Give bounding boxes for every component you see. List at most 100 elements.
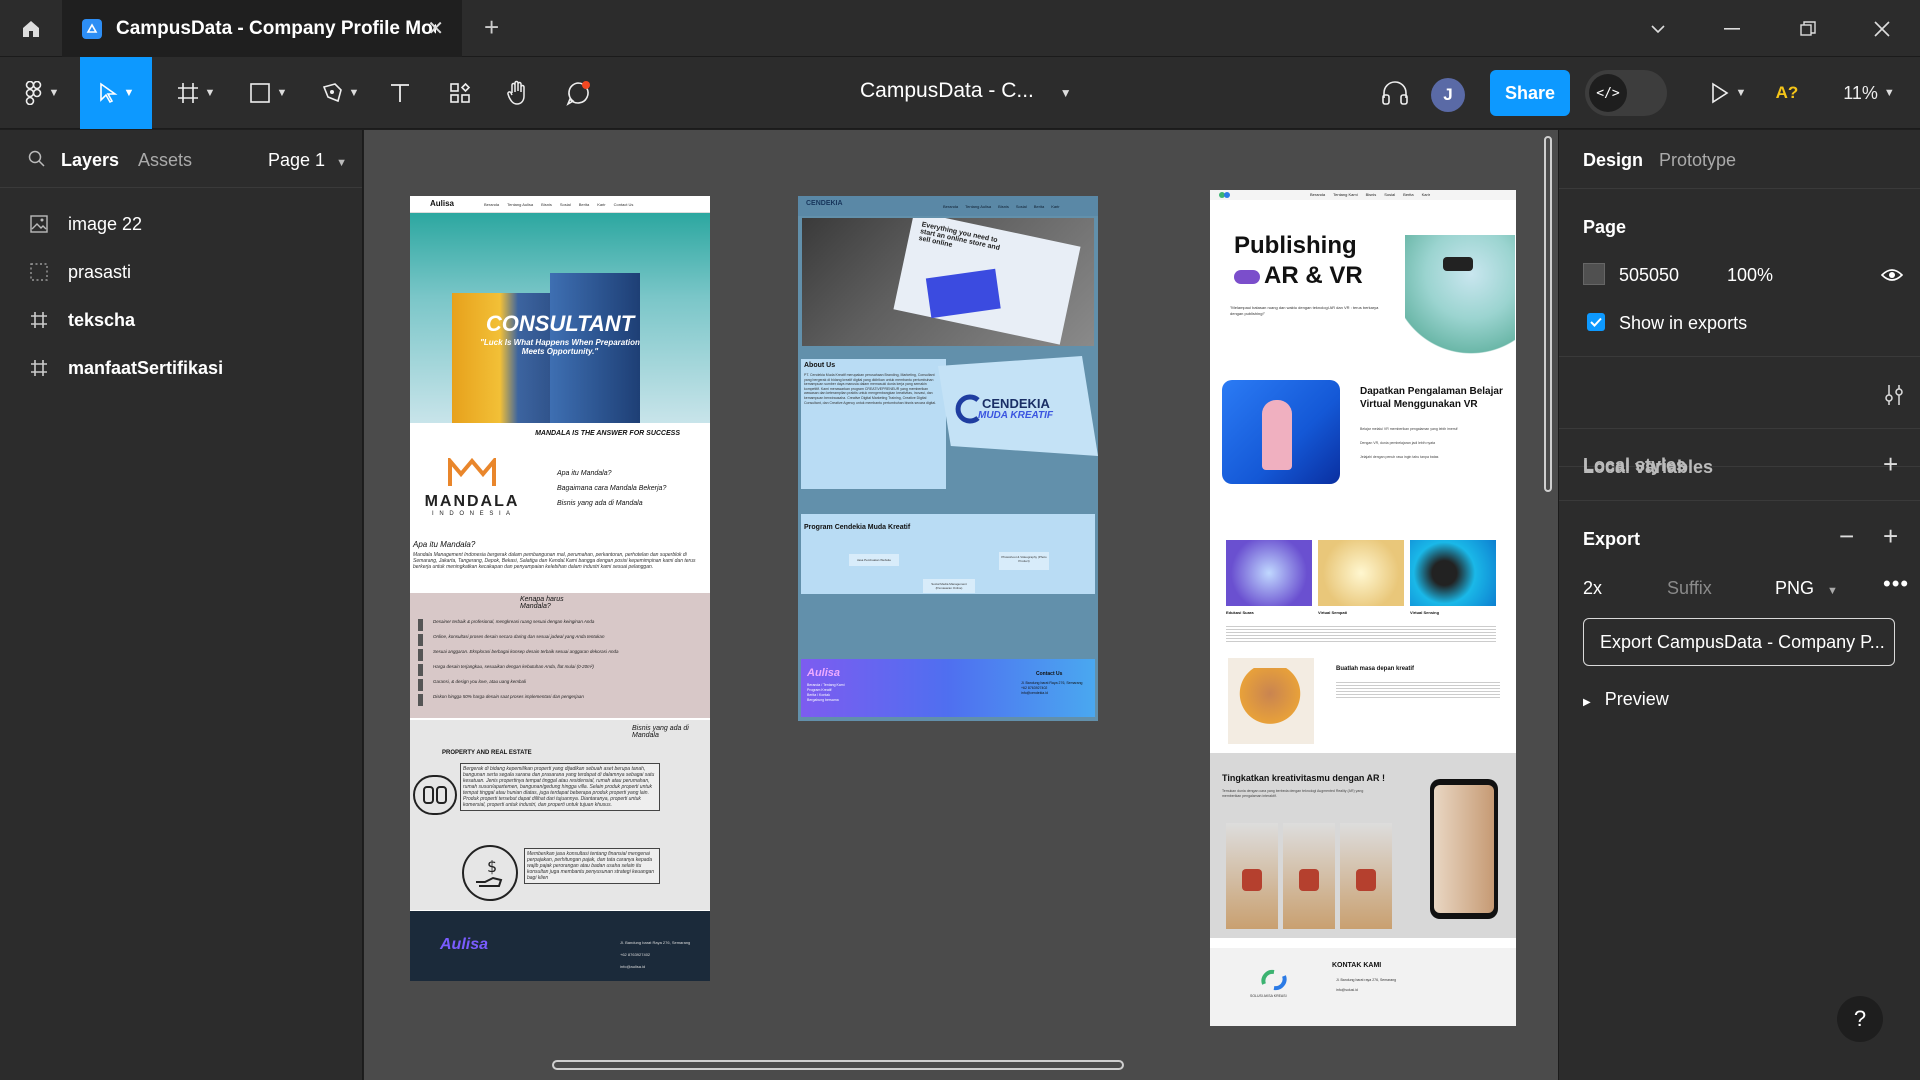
tab-design[interactable]: Design bbox=[1583, 150, 1643, 171]
about-title: Apa itu Mandala? bbox=[413, 540, 476, 549]
nav-link: Karir bbox=[1051, 204, 1060, 209]
share-button[interactable]: Share bbox=[1490, 70, 1570, 116]
help-button[interactable]: ? bbox=[1837, 996, 1883, 1042]
why-section: Kenapa harus Mandala? Desainer terbaik &… bbox=[410, 593, 710, 718]
document-title-text: CampusData - C... bbox=[860, 79, 1034, 102]
mandala-logo: MANDALA I N D O N E S I A bbox=[422, 455, 522, 517]
left-panel-header: Layers Assets Page 1 ▼ bbox=[0, 130, 362, 188]
tab-assets[interactable]: Assets bbox=[138, 150, 192, 171]
hero-caption: Everything you need to start an online s… bbox=[918, 221, 1001, 252]
about-box: About Us PT. Cendekia Muda Kreatif merup… bbox=[801, 359, 946, 489]
text-tool-button[interactable] bbox=[380, 57, 420, 129]
consult-text: Memberikan jasa konsultasi tentang finan… bbox=[524, 848, 660, 884]
more-options-icon[interactable]: ••• bbox=[1883, 571, 1909, 597]
minimize-button[interactable] bbox=[1694, 0, 1770, 57]
show-in-exports-checkbox[interactable] bbox=[1587, 313, 1605, 331]
hand-tool-button[interactable] bbox=[498, 57, 538, 129]
layer-item[interactable]: image 22 bbox=[0, 200, 362, 248]
export-format-select[interactable]: PNG ▼ bbox=[1775, 578, 1838, 599]
layer-name: manfaatSertifikasi bbox=[68, 357, 224, 378]
solusi-nav-links: Beranda Tentang Kami Bisnis Sosial Berita Kar… bbox=[1310, 192, 1430, 197]
pen-tool-button[interactable]: ▼ bbox=[312, 57, 368, 129]
question-item[interactable]: Apa itu Mandala? bbox=[557, 464, 667, 484]
layer-item[interactable]: prasasti bbox=[0, 248, 362, 296]
program-item[interactable]: Jasa Pembuatan Website bbox=[849, 554, 899, 566]
program-item[interactable]: Social Media Management (Pemasaran Onlin… bbox=[923, 579, 975, 593]
dev-mode-toggle[interactable]: </> bbox=[1585, 70, 1667, 116]
hand-icon bbox=[507, 80, 525, 105]
why-item: Online, konsultasi proses desain secara … bbox=[418, 634, 703, 646]
logo-banner: CENDEKIA MUDA KREATIF bbox=[938, 356, 1098, 456]
cendekia-frame[interactable]: CENDEKIA Beranda Tentang Aulisa Bisnis Sosi… bbox=[798, 196, 1098, 721]
tab-list-chevron-icon[interactable] bbox=[1620, 0, 1696, 57]
nav-link: Berita bbox=[1033, 204, 1045, 209]
page-color-swatch[interactable] bbox=[1583, 263, 1605, 285]
future-text-lines bbox=[1336, 680, 1500, 700]
headphones-icon bbox=[1382, 81, 1408, 105]
export-button[interactable]: Export CampusData - Company P... bbox=[1583, 618, 1895, 666]
restore-button[interactable] bbox=[1770, 0, 1846, 57]
question-item[interactable]: Bisnis yang ada di Mandala bbox=[557, 494, 667, 514]
nav-link: Berita bbox=[578, 202, 590, 207]
person-with-headset bbox=[1238, 668, 1302, 732]
avatar[interactable]: J bbox=[1431, 78, 1465, 112]
chair-image bbox=[1242, 869, 1262, 891]
nav-link: Sosial bbox=[1015, 204, 1027, 209]
solusi-frame[interactable]: Beranda Tentang Kami Bisnis Sosial Berita Kar… bbox=[1210, 190, 1516, 1026]
program-item[interactable]: Photoshoot & Videography (Photo Product) bbox=[999, 552, 1049, 570]
program-box: Program Cendekia Muda Kreatif Jasa Pembu… bbox=[801, 514, 1095, 594]
chevron-down-icon: ▼ bbox=[1827, 585, 1838, 597]
new-tab-button[interactable]: + bbox=[484, 12, 499, 43]
layer-item[interactable]: tekscha bbox=[0, 296, 362, 344]
chevron-down-icon: ▼ bbox=[1059, 86, 1072, 100]
comment-tool-button[interactable] bbox=[556, 57, 600, 129]
move-tool-button[interactable]: ▼ bbox=[80, 57, 152, 129]
export-scale[interactable]: 2x bbox=[1583, 578, 1602, 599]
why-item: Harga desain terjangkau, sesuaikan denga… bbox=[418, 664, 703, 676]
contact-email: info@solusi.id bbox=[1336, 988, 1358, 992]
svg-text:$: $ bbox=[487, 857, 497, 876]
figma-logo-icon bbox=[25, 81, 41, 105]
card-title: Edukasi Suara bbox=[1226, 610, 1254, 615]
resources-button[interactable] bbox=[440, 57, 480, 129]
toolbar: ▼ ▼ ▼ ▼ ▼ CampusData - C... ▼ J Share </… bbox=[0, 57, 1920, 129]
page-opacity[interactable]: 100% bbox=[1727, 265, 1773, 286]
close-tab-icon[interactable]: ✕ bbox=[427, 16, 444, 41]
tab-layers[interactable]: Layers bbox=[61, 150, 119, 171]
question-item[interactable]: Bagaimana cara Mandala Bekerja? bbox=[557, 484, 667, 494]
home-button[interactable] bbox=[0, 0, 62, 57]
document-tab[interactable]: CampusData - Company Profile Mockup ✕ bbox=[62, 0, 462, 57]
frame-tool-button[interactable]: ▼ bbox=[168, 57, 224, 129]
cendekia-brand: CENDEKIA bbox=[806, 200, 843, 207]
preview-toggle[interactable]: ▶ Preview bbox=[1583, 689, 1669, 710]
main-menu-button[interactable]: ▼ bbox=[12, 57, 72, 129]
figma-file-icon bbox=[82, 18, 102, 39]
export-suffix-input[interactable]: Suffix bbox=[1667, 578, 1712, 599]
page-selector[interactable]: Page 1 ▼ bbox=[268, 150, 347, 171]
tab-prototype[interactable]: Prototype bbox=[1659, 150, 1736, 171]
aulisa-frame[interactable]: Aulisa Beranda Tentang Aulisa Bisnis Sosial… bbox=[410, 196, 710, 981]
remove-export-icon[interactable]: − bbox=[1839, 521, 1854, 552]
audio-button[interactable] bbox=[1375, 57, 1415, 129]
zoom-menu[interactable]: 11% ▼ bbox=[1836, 57, 1902, 129]
design-canvas[interactable]: Aulisa Beranda Tentang Aulisa Bisnis Sosial… bbox=[364, 130, 1558, 1080]
missing-fonts-button[interactable]: A? bbox=[1770, 57, 1804, 129]
why-item: Garansi, & design you love, atau uang ke… bbox=[418, 679, 703, 691]
nav-link: Sosial bbox=[1384, 192, 1396, 197]
add-export-icon[interactable]: + bbox=[1883, 521, 1898, 552]
present-button[interactable]: ▼ bbox=[1698, 57, 1758, 129]
shape-tool-button[interactable]: ▼ bbox=[240, 57, 296, 129]
add-style-icon[interactable]: + bbox=[1883, 449, 1898, 480]
layer-item[interactable]: manfaatSertifikasi bbox=[0, 344, 362, 392]
nav-link: Contact Us bbox=[613, 202, 634, 207]
page-color-hex[interactable]: 505050 bbox=[1619, 265, 1679, 286]
cendekia-navbar: CENDEKIA Beranda Tentang Aulisa Bisnis Sosi… bbox=[798, 196, 1098, 216]
nav-link: Karir bbox=[597, 202, 606, 207]
vertical-scrollbar[interactable] bbox=[1544, 136, 1552, 492]
eye-icon[interactable] bbox=[1881, 267, 1903, 283]
why-item: Diskon hingga 50% harga desain saat pros… bbox=[418, 694, 703, 706]
document-title[interactable]: CampusData - C... ▼ bbox=[860, 79, 1072, 103]
close-window-button[interactable] bbox=[1844, 0, 1920, 57]
horizontal-scrollbar[interactable] bbox=[552, 1060, 1124, 1070]
search-icon[interactable] bbox=[28, 150, 46, 168]
